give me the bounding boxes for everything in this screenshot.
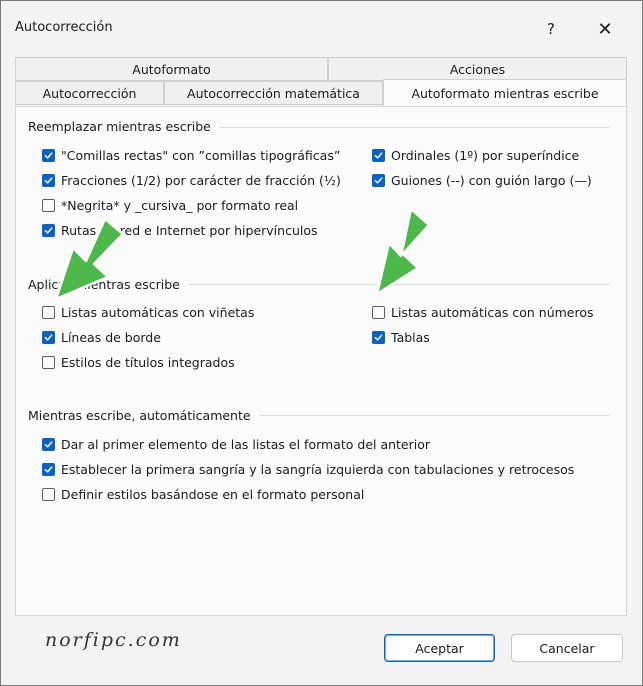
option-label: "Comillas rectas" con ”comillas tipográf… bbox=[61, 148, 341, 163]
tab-autoformato[interactable]: Autoformato bbox=[15, 57, 328, 81]
title-bar: Autocorrección ? ✕ bbox=[1, 1, 642, 57]
checkbox-icon[interactable] bbox=[372, 331, 385, 344]
option-define-styles[interactable]: Definir estilos basándose en el formato … bbox=[42, 487, 364, 502]
checkbox-icon[interactable] bbox=[372, 149, 385, 162]
checkbox-icon[interactable] bbox=[372, 306, 385, 319]
group-title-auto: Mientras escribe, automáticamente bbox=[28, 408, 259, 423]
option-label: *Negrita* y _cursiva_ por formato real bbox=[61, 198, 299, 213]
option-label: Rutas de red e Internet por hipervínculo… bbox=[61, 223, 318, 238]
accept-button[interactable]: Aceptar bbox=[384, 634, 495, 662]
option-label: Listas automáticas con viñetas bbox=[61, 305, 255, 320]
option-label: Definir estilos basándose en el formato … bbox=[61, 487, 365, 502]
option-label: Líneas de borde bbox=[61, 330, 161, 345]
option-bulleted-lists[interactable]: Listas automáticas con viñetas bbox=[42, 305, 254, 320]
help-button[interactable]: ? bbox=[537, 15, 565, 43]
option-fractions[interactable]: Fracciones (1/2) por carácter de fracció… bbox=[42, 173, 341, 188]
option-tables[interactable]: Tablas bbox=[372, 330, 430, 345]
tab-autocorreccion[interactable]: Autocorrección bbox=[15, 81, 164, 105]
cancel-button[interactable]: Cancelar bbox=[511, 634, 623, 662]
option-heading-styles[interactable]: Estilos de títulos integrados bbox=[42, 355, 235, 370]
option-bold-italic[interactable]: *Negrita* y _cursiva_ por formato real bbox=[42, 198, 298, 213]
option-label: Tablas bbox=[391, 330, 430, 345]
checkbox-icon[interactable] bbox=[42, 488, 55, 501]
tab-autocorreccion-matematica[interactable]: Autocorrección matemática bbox=[164, 81, 383, 105]
tab-acciones[interactable]: Acciones bbox=[328, 57, 627, 81]
close-button[interactable]: ✕ bbox=[591, 15, 619, 43]
watermark-logo: norfipc.com bbox=[45, 629, 182, 651]
option-format-list-item[interactable]: Dar al primer elemento de las listas el … bbox=[42, 437, 430, 452]
checkbox-icon[interactable] bbox=[42, 149, 55, 162]
checkbox-icon[interactable] bbox=[42, 306, 55, 319]
checkbox-icon[interactable] bbox=[42, 438, 55, 451]
tabs-row-bottom: Autocorrección Autocorrección matemática… bbox=[15, 79, 627, 107]
option-label: Fracciones (1/2) por carácter de fracció… bbox=[61, 173, 341, 188]
checkbox-icon[interactable] bbox=[42, 199, 55, 212]
option-label: Guiones (--) con guión largo (—) bbox=[391, 173, 592, 188]
option-label: Dar al primer elemento de las listas el … bbox=[61, 437, 431, 452]
checkbox-icon[interactable] bbox=[42, 331, 55, 344]
option-dashes[interactable]: Guiones (--) con guión largo (—) bbox=[372, 173, 592, 188]
option-hyperlinks[interactable]: Rutas de red e Internet por hipervínculo… bbox=[42, 223, 318, 238]
window-title: Autocorrección bbox=[15, 20, 113, 35]
option-border-lines[interactable]: Líneas de borde bbox=[42, 330, 161, 345]
option-tabs-indent[interactable]: Establecer la primera sangría y la sangr… bbox=[42, 462, 574, 477]
tab-panel: Reemplazar mientras escribe "Comillas re… bbox=[15, 106, 627, 616]
option-label: Establecer la primera sangría y la sangr… bbox=[61, 462, 575, 477]
option-label: Listas automáticas con números bbox=[391, 305, 594, 320]
checkbox-icon[interactable] bbox=[42, 174, 55, 187]
checkbox-icon[interactable] bbox=[42, 463, 55, 476]
checkbox-icon[interactable] bbox=[42, 224, 55, 237]
autocorrect-dialog: Autocorrección ? ✕ Autoformato Acciones … bbox=[0, 0, 643, 686]
tabs-row-top: Autoformato Acciones bbox=[15, 57, 627, 81]
checkbox-icon[interactable] bbox=[42, 356, 55, 369]
option-smart-quotes[interactable]: "Comillas rectas" con ”comillas tipográf… bbox=[42, 148, 340, 163]
option-label: Estilos de títulos integrados bbox=[61, 355, 235, 370]
tab-autoformato-mientras-escribe[interactable]: Autoformato mientras escribe bbox=[383, 79, 627, 107]
option-label: Ordinales (1º) por superíndice bbox=[391, 148, 580, 163]
group-title-replace: Reemplazar mientras escribe bbox=[28, 119, 219, 134]
option-numbered-lists[interactable]: Listas automáticas con números bbox=[372, 305, 594, 320]
group-title-apply: Aplicar mientras escribe bbox=[28, 277, 188, 292]
checkbox-icon[interactable] bbox=[372, 174, 385, 187]
option-ordinals[interactable]: Ordinales (1º) por superíndice bbox=[372, 148, 579, 163]
